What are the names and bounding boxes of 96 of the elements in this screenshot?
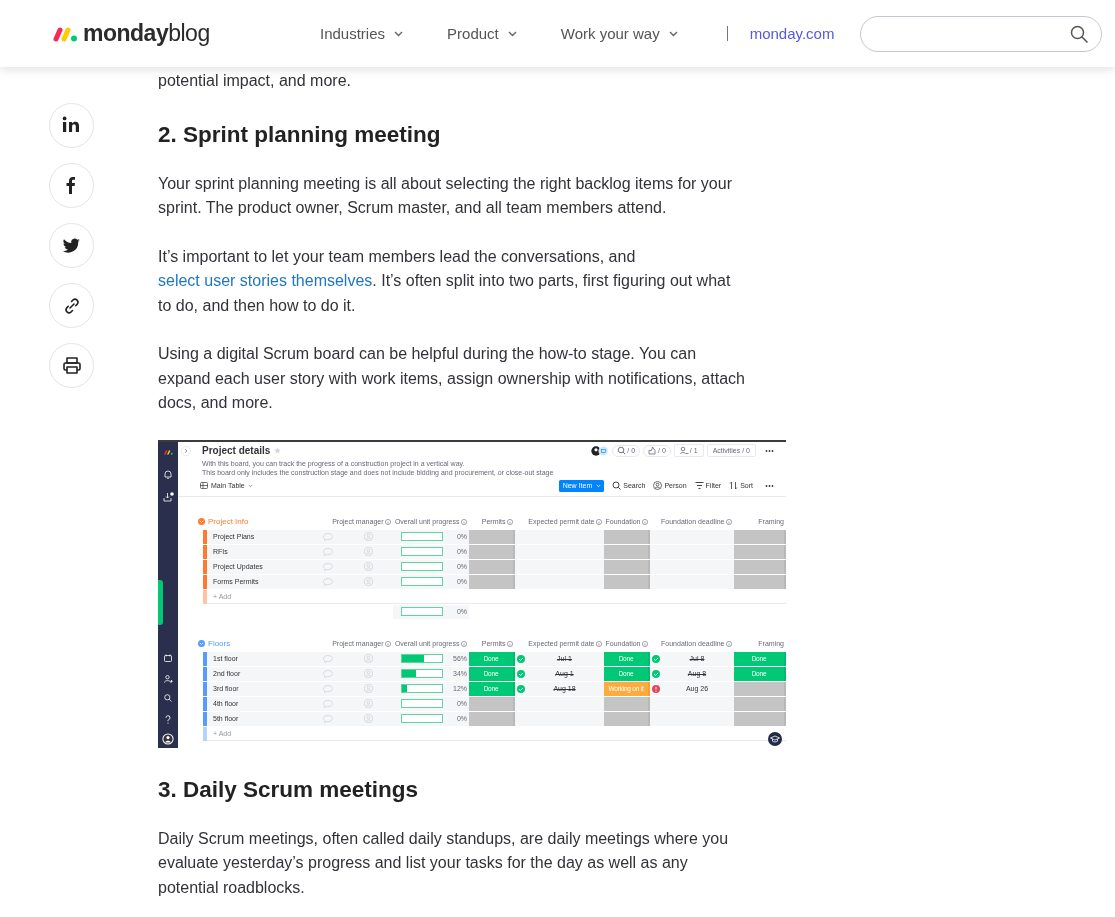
text-link[interactable]: select user stories themselves [158,272,373,289]
status-label[interactable] [469,574,515,589]
info-icon[interactable] [642,640,648,647]
caret-icon [596,483,602,488]
search-icon[interactable] [164,693,172,702]
info-icon[interactable] [385,518,391,525]
status-label[interactable] [604,544,650,559]
logo-icon [163,449,173,455]
inbox-icon[interactable] [162,491,174,502]
status-label[interactable] [604,711,650,726]
side-tab[interactable] [158,579,163,625]
progress-bar [401,654,443,663]
person-icon[interactable] [363,714,373,723]
status-label[interactable] [469,696,515,711]
filter-icon [694,481,704,490]
status-label[interactable] [469,544,515,559]
sort-icon [729,481,739,490]
status-label[interactable] [469,559,515,574]
status-label[interactable] [734,681,786,696]
status-label[interactable] [734,559,786,574]
search-icon [1070,24,1088,43]
star-icon[interactable] [274,447,282,454]
caret-icon [394,30,404,37]
info-icon[interactable] [461,518,467,525]
paragraph: Your sprint planning meeting is all about selecting the right backlog items for your sprint. The product owner, Scrum master, and all team members attend. [158,173,733,218]
bird-icon [61,235,82,256]
collapse-icon[interactable] [181,445,191,456]
info-icon[interactable] [726,640,732,647]
logo[interactable]: mondayblog [52,20,272,47]
share-button[interactable] [49,223,94,268]
info-icon[interactable] [385,640,391,647]
progress-bar [401,684,443,693]
nav-menu[interactable]: Industries [320,25,404,42]
person-icon[interactable] [363,669,373,678]
status-label[interactable] [604,574,650,589]
person-icon[interactable] [363,532,373,541]
table-icon [200,482,208,489]
status-label[interactable] [604,559,650,574]
status-label[interactable] [604,529,650,544]
share-button[interactable] [49,343,94,388]
info-icon[interactable] [726,518,732,525]
share-button[interactable] [49,103,94,148]
search-icon [612,481,622,490]
section-heading: 3. Daily Scrum meetings [158,775,420,804]
person-icon[interactable] [363,684,373,693]
section-heading: 2. Sprint planning meeting [158,120,442,149]
group-dot-icon[interactable] [198,518,205,525]
search-icon [617,446,627,455]
status-label[interactable] [734,529,786,544]
info-icon[interactable] [596,640,602,647]
graduation-cap-icon[interactable] [768,731,782,746]
status-label[interactable] [604,696,650,711]
group-dot-icon[interactable] [198,640,205,647]
status-label[interactable] [734,544,786,559]
calendar-icon[interactable] [164,653,172,662]
info-icon[interactable] [596,518,602,525]
info-icon[interactable] [507,518,513,525]
person-icon [653,481,663,490]
paragraph: Using a digital Scrum board can be helpful during the how-to stage. You can expand each user story with work items, assign ownership with notifications, attach docs, and more. [158,344,746,413]
info-icon[interactable] [642,518,648,525]
caret-icon [507,30,517,37]
person-icon[interactable] [363,699,373,708]
caret-icon [247,483,253,488]
info-icon[interactable] [507,640,513,647]
group-title: Project Info [208,517,249,526]
avatar-icon[interactable] [162,732,174,745]
share-button[interactable] [49,163,94,208]
printer-icon [61,355,82,376]
status-label[interactable] [469,711,515,726]
person-icon[interactable] [363,577,373,586]
caret-icon [668,30,678,37]
paragraph: Daily Scrum meetings, often called daily standups, are daily meetings where you evaluate yesterday’s progress and list your tasks for the day as well as any potential roadblocks. [158,828,730,898]
more-icon[interactable] [765,447,774,454]
person-icon[interactable] [363,562,373,571]
person-icon[interactable] [363,547,373,556]
progress-bar [401,669,443,678]
avatar-icon[interactable] [591,445,610,456]
status-label[interactable] [734,574,786,589]
paragraph: potential impact, and more. [158,71,352,91]
status-label[interactable] [734,696,786,711]
person-icon[interactable] [363,654,373,663]
bell-icon[interactable] [164,469,172,479]
nav-menu[interactable]: Product [447,25,517,42]
board-title: Project details [202,445,271,456]
paragraph: It’s important to let your team members lead the conversations, and select user stories themselves. It’s often split into two parts, first figuring out what to do, and then how to do it. [158,246,732,316]
group-title: Floors [208,639,231,648]
status-label[interactable] [469,529,515,544]
status-label[interactable] [734,711,786,726]
site-link[interactable]: monday.com [749,25,835,42]
add-person-icon[interactable] [163,674,173,683]
help-icon[interactable] [165,714,171,724]
nav-menu[interactable]: Work your way [560,25,678,42]
thumb-icon [648,446,658,455]
people-icon [679,446,689,455]
more-icon[interactable] [765,482,774,489]
info-icon[interactable] [461,640,467,647]
